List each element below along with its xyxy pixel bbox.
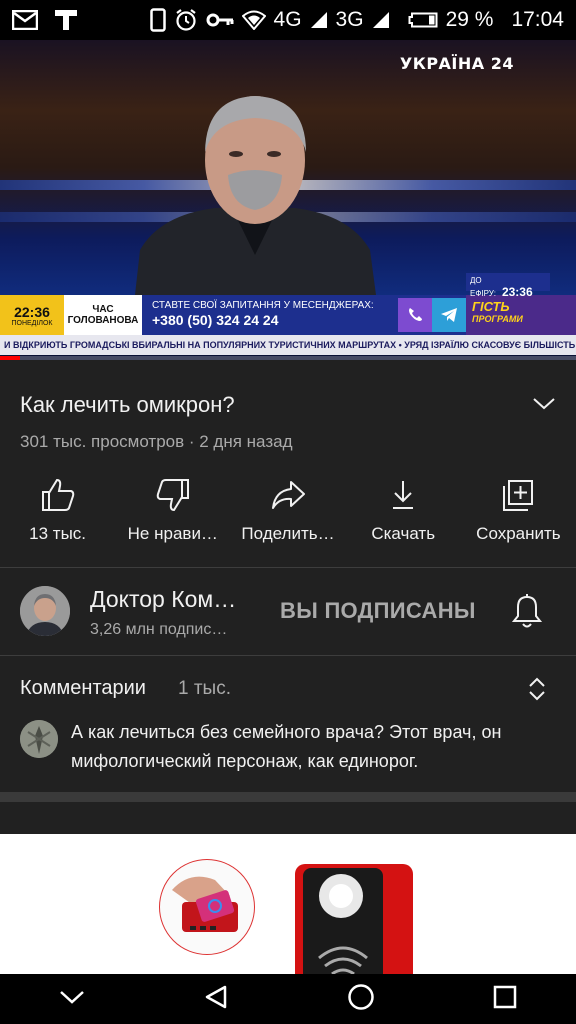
like-icon xyxy=(40,476,76,514)
broadcast-time: 22:36 xyxy=(14,303,50,320)
lower-third: 22:36 ПОНЕДІЛОК ЧАС ГОЛОВАНОВА СТАВТЕ СВ… xyxy=(0,273,576,335)
ad-thumbnail xyxy=(159,859,255,955)
video-progress-fill xyxy=(0,356,21,360)
phone-icon xyxy=(149,8,166,32)
sort-toggle-icon[interactable] xyxy=(526,676,548,707)
promo-line2: ПРОГРАМИ xyxy=(472,314,523,324)
dislike-icon xyxy=(155,476,191,514)
messenger-icons xyxy=(398,295,466,335)
clock: 17:04 xyxy=(511,8,564,31)
recents-square-icon[interactable] xyxy=(493,985,517,1014)
key-icon xyxy=(206,12,234,28)
show-name-line1: ЧАС xyxy=(92,304,114,315)
top-comment[interactable]: А как лечиться без семейного врача? Этот… xyxy=(71,718,551,776)
network-3g: 3G xyxy=(335,8,364,31)
bell-icon[interactable] xyxy=(510,593,544,634)
video-progress-bar[interactable] xyxy=(0,356,576,360)
promo-line1: ГІСТЬ xyxy=(472,299,510,314)
save-button[interactable]: Сохранить xyxy=(461,476,576,556)
status-bar: 4G 3G 29 % 17:04 xyxy=(0,0,576,40)
divider xyxy=(0,567,576,568)
battery-icon xyxy=(408,12,438,28)
on-air-label: ДО ЕФІРУ: xyxy=(470,276,496,298)
ad-banner[interactable] xyxy=(0,834,576,974)
home-circle-icon[interactable] xyxy=(347,983,375,1016)
t-icon xyxy=(54,9,78,31)
video-title: Как лечить омикрон? xyxy=(20,392,235,417)
viber-icon xyxy=(398,298,432,332)
guest-promo: ДО ЕФІРУ: 23:36 ГІСТЬ ПРОГРАМИ xyxy=(466,273,576,335)
save-label: Сохранить xyxy=(476,524,561,543)
comments-count: 1 тыс. xyxy=(178,678,231,699)
commenter-avatar[interactable] xyxy=(20,720,58,758)
system-nav-bar xyxy=(0,974,576,1024)
subscribed-button[interactable]: ВЫ ПОДПИСАНЫ xyxy=(280,598,476,624)
telegram-icon xyxy=(432,298,466,332)
signal-icon xyxy=(310,11,328,29)
back-chevron-icon[interactable] xyxy=(59,989,85,1010)
section-separator xyxy=(0,792,576,802)
divider xyxy=(0,655,576,656)
share-label: Поделить… xyxy=(241,524,335,543)
like-count: 13 тыс. xyxy=(29,524,87,543)
back-triangle-icon[interactable] xyxy=(203,984,229,1015)
on-air-time: 23:36 xyxy=(501,285,533,299)
channel-avatar[interactable] xyxy=(20,586,70,636)
show-name: ЧАС ГОЛОВАНОВА xyxy=(64,295,142,335)
promo-title: ГІСТЬ ПРОГРАМИ xyxy=(472,299,523,325)
dislike-button[interactable]: Не нрави… xyxy=(115,476,230,556)
show-name-line2: ГОЛОВАНОВА xyxy=(67,315,139,326)
messenger-message: СТАВТЕ СВОЇ ЗАПИТАННЯ У МЕСЕНДЖЕРАХ: +38… xyxy=(142,295,398,335)
share-button[interactable]: Поделить… xyxy=(230,476,345,556)
download-label: Скачать xyxy=(371,524,436,543)
action-bar: 13 тыс. Не нрави… Поделить… Скачать Сохр… xyxy=(0,476,576,556)
channel-subscribers: 3,26 млн подпис… xyxy=(90,621,228,638)
download-icon xyxy=(385,476,421,514)
signal-icon xyxy=(372,11,390,29)
video-meta: 301 тыс. просмотров · 2 дня назад xyxy=(20,432,293,451)
video-player[interactable]: УКРАЇНА 24 22:36 ПОНЕДІЛОК ЧАС ГОЛОВАНОВ… xyxy=(0,40,576,360)
mail-icon xyxy=(12,10,38,30)
alarm-icon xyxy=(174,8,198,32)
broadcast-time-box: 22:36 ПОНЕДІЛОК xyxy=(0,295,64,335)
message-phone: +380 (50) 324 24 24 xyxy=(152,312,279,328)
save-icon xyxy=(500,476,536,514)
on-air-box: ДО ЕФІРУ: 23:36 xyxy=(466,273,550,299)
download-button[interactable]: Скачать xyxy=(346,476,461,556)
broadcast-day: ПОНЕДІЛОК xyxy=(11,319,53,327)
share-icon xyxy=(270,476,306,514)
expand-chevron-icon[interactable] xyxy=(532,391,556,420)
network-4g: 4G xyxy=(273,8,302,31)
hotspot-icon xyxy=(241,10,266,30)
power-bank-face xyxy=(303,868,383,974)
like-button[interactable]: 13 тыс. xyxy=(0,476,115,556)
message-line: СТАВТЕ СВОЇ ЗАПИТАННЯ У МЕСЕНДЖЕРАХ: xyxy=(152,300,374,311)
ad-product-image xyxy=(295,864,413,974)
dislike-label: Не нрави… xyxy=(127,524,218,543)
news-ticker: И ВІДКРИЮТЬ ГРОМАДСЬКІ ВБИРАЛЬНІ НА ПОПУ… xyxy=(0,335,576,355)
channel-name[interactable]: Доктор Ком… xyxy=(90,586,260,613)
video-title-row[interactable]: Как лечить омикрон? xyxy=(20,388,556,422)
channel-logo: УКРАЇНА 24 xyxy=(399,54,514,73)
battery-percent: 29 % xyxy=(445,8,494,31)
comments-header[interactable]: Комментарии xyxy=(20,677,146,700)
